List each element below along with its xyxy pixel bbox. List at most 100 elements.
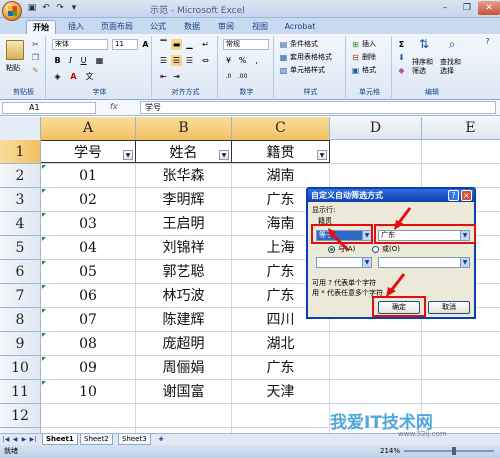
font-size-select[interactable]: 11 (112, 39, 138, 50)
filter-dropdown-icon[interactable]: ▼ (317, 150, 327, 160)
minimize-button[interactable]: – (434, 1, 456, 15)
fill-color-icon[interactable]: ◈ (52, 71, 63, 82)
cell-a1[interactable]: 学号 ▼ (41, 140, 136, 163)
cell-b12[interactable] (136, 404, 232, 427)
tab-data[interactable]: 数据 (178, 20, 206, 34)
tab-view[interactable]: 视图 (246, 20, 274, 34)
paste-icon[interactable] (6, 40, 24, 60)
zoom-slider-thumb[interactable] (452, 447, 456, 455)
cell-a5[interactable]: 04 (41, 236, 136, 259)
cell-b1[interactable]: 姓名 ▼ (136, 140, 232, 163)
wrap-text-icon[interactable]: ↵ (200, 39, 211, 50)
select-all-corner[interactable] (0, 117, 41, 140)
align-right-icon[interactable]: ☰ (184, 55, 195, 66)
insert-button[interactable]: 插入 (362, 39, 376, 49)
underline-icon[interactable]: U (78, 55, 89, 66)
last-sheet-icon[interactable]: ▶| (29, 435, 37, 444)
name-box[interactable]: A1 (2, 102, 96, 114)
tab-formulas[interactable]: 公式 (144, 20, 172, 34)
column-header-c[interactable]: C (232, 117, 330, 140)
tab-home[interactable]: 开始 (26, 20, 56, 34)
font-name-select[interactable]: 宋体 (52, 39, 108, 50)
cell-b7[interactable]: 林巧波 (136, 284, 232, 307)
increase-decimal-icon[interactable]: .0 (223, 71, 234, 82)
sheet-tab-1[interactable]: Sheet1 (42, 434, 78, 445)
decrease-indent-icon[interactable]: ⇤ (158, 71, 169, 82)
row-header-6[interactable]: 6 (0, 260, 41, 284)
font-color-icon[interactable]: A (68, 71, 79, 82)
decrease-decimal-icon[interactable]: .00 (237, 71, 248, 82)
cell-a12[interactable] (41, 404, 136, 427)
undo-icon[interactable]: ↶ (40, 3, 52, 14)
grow-font-icon[interactable]: A (140, 39, 151, 50)
cell-d10[interactable] (330, 356, 422, 379)
sheet-tab-2[interactable]: Sheet2 (80, 434, 113, 445)
zoom-slider[interactable] (404, 450, 494, 452)
increase-indent-icon[interactable]: ⇥ (171, 71, 182, 82)
or-radio[interactable] (372, 246, 379, 253)
cell-b6[interactable]: 郭艺聪 (136, 260, 232, 283)
align-middle-icon[interactable]: ▬ (171, 39, 182, 50)
cell-c1[interactable]: 籍贯 ▼ (232, 140, 330, 163)
sort-filter-button[interactable]: 排序和 筛选 (412, 58, 433, 76)
find-select-button[interactable]: 查找和 选择 (440, 58, 461, 76)
prev-sheet-icon[interactable]: ◀ (11, 435, 19, 444)
copy-icon[interactable]: ❐ (30, 52, 41, 63)
zoom-level[interactable]: 214% (380, 445, 400, 458)
tab-page-layout[interactable]: 页面布局 (96, 20, 138, 34)
cell-e9[interactable] (422, 332, 500, 355)
row-header-4[interactable]: 4 (0, 212, 41, 236)
cell-d11[interactable] (330, 380, 422, 403)
cell-d9[interactable] (330, 332, 422, 355)
cell-b8[interactable]: 陈建辉 (136, 308, 232, 331)
align-left-icon[interactable]: ☰ (158, 55, 169, 66)
format-painter-icon[interactable]: ✎ (30, 65, 41, 76)
filter-dropdown-icon[interactable]: ▼ (123, 150, 133, 160)
cell-a8[interactable]: 07 (41, 308, 136, 331)
row-header-11[interactable]: 11 (0, 380, 41, 404)
sheet-tab-3[interactable]: Sheet3 (118, 434, 151, 445)
cell-a9[interactable]: 08 (41, 332, 136, 355)
italic-icon[interactable]: I (65, 55, 76, 66)
column-header-d[interactable]: D (330, 117, 422, 140)
cell-e12[interactable] (422, 404, 500, 427)
cut-icon[interactable]: ✂ (30, 39, 41, 50)
value2-select[interactable]: ▼ (378, 257, 470, 268)
align-bottom-icon[interactable]: ▁ (184, 39, 195, 50)
cell-b5[interactable]: 刘锦祥 (136, 236, 232, 259)
cell-b11[interactable]: 谢国富 (136, 380, 232, 403)
operator2-select[interactable]: ▼ (316, 257, 372, 268)
row-header-8[interactable]: 8 (0, 308, 41, 332)
redo-icon[interactable]: ↷ (54, 3, 66, 14)
format-button[interactable]: 格式 (362, 65, 376, 75)
cell-c12[interactable] (232, 404, 330, 427)
cancel-button[interactable]: 取消 (428, 301, 470, 314)
align-top-icon[interactable]: ▔ (158, 39, 169, 50)
clear-icon[interactable]: ◆ (396, 65, 407, 76)
cell-d1[interactable] (330, 140, 422, 163)
cell-e11[interactable] (422, 380, 500, 403)
tab-acrobat[interactable]: Acrobat (280, 20, 320, 34)
merge-center-icon[interactable]: ⇔ (200, 55, 211, 66)
cell-d2[interactable] (330, 164, 422, 187)
cell-c2[interactable]: 湖南 (232, 164, 330, 187)
cell-b3[interactable]: 李明辉 (136, 188, 232, 211)
row-header-5[interactable]: 5 (0, 236, 41, 260)
comma-button[interactable]: , (251, 55, 262, 66)
tab-insert[interactable]: 插入 (62, 20, 90, 34)
first-sheet-icon[interactable]: |◀ (2, 435, 10, 444)
close-button[interactable]: ✕ (478, 1, 500, 15)
cell-b9[interactable]: 庞超明 (136, 332, 232, 355)
tab-review[interactable]: 审阅 (212, 20, 240, 34)
cell-c9[interactable]: 湖北 (232, 332, 330, 355)
autosum-icon[interactable]: Σ (396, 39, 407, 50)
insert-sheet-icon[interactable]: ✚ (156, 435, 166, 444)
row-header-10[interactable]: 10 (0, 356, 41, 380)
help-icon[interactable]: ? (482, 36, 493, 47)
row-header-9[interactable]: 9 (0, 332, 41, 356)
cell-b10[interactable]: 周俪娟 (136, 356, 232, 379)
column-header-b[interactable]: B (136, 117, 232, 140)
row-header-2[interactable]: 2 (0, 164, 41, 188)
number-format-select[interactable]: 常规 (223, 39, 269, 50)
phonetic-icon[interactable]: 文 (84, 71, 95, 82)
